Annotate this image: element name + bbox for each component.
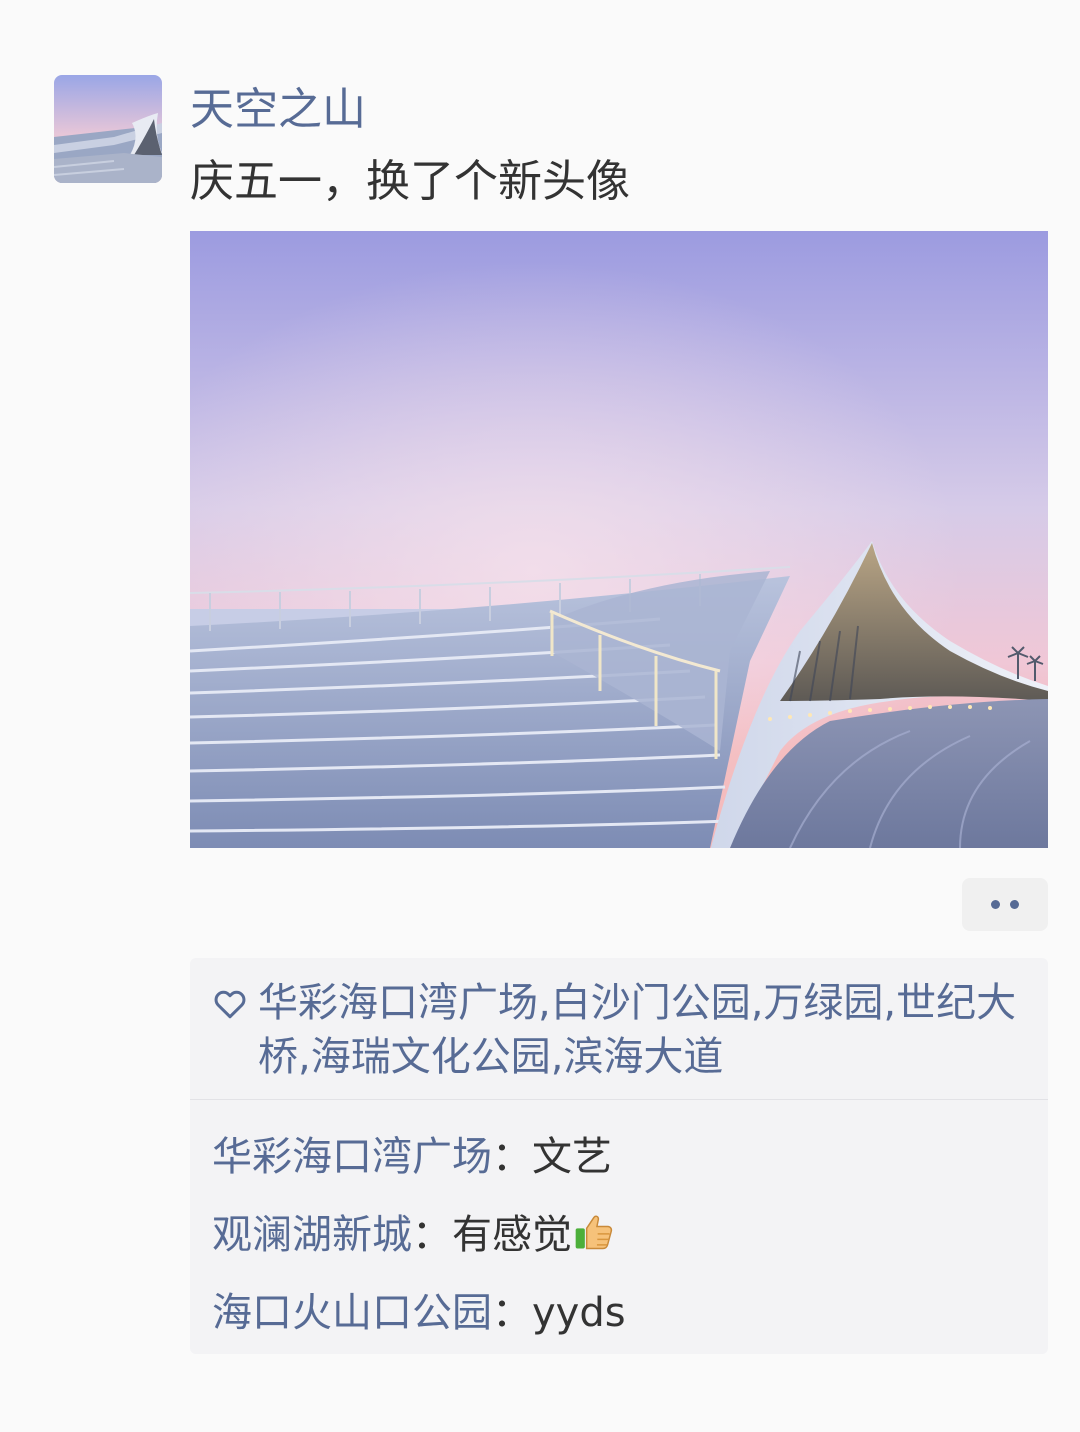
comment-separator: ： bbox=[492, 1134, 532, 1180]
thumbs-up-icon bbox=[575, 1215, 613, 1250]
post-photo-image bbox=[190, 231, 1048, 848]
comment-item[interactable]: 华彩海口湾广场：文艺 bbox=[212, 1118, 1032, 1196]
post-photo[interactable] bbox=[190, 231, 1048, 848]
comment-text: 有感觉 bbox=[452, 1212, 572, 1258]
heart-icon bbox=[214, 990, 246, 1019]
post-text: 庆五一，换了个新头像 bbox=[190, 156, 630, 207]
likes-row: 华彩海口湾广场,白沙门公园,万绿园,世纪大桥,海瑞文化公园,滨海大道 bbox=[212, 976, 1032, 1084]
moments-post: 天空之山 庆五一，换了个新头像 华彩海口湾广场,白沙门公园,万绿园,世纪大桥,海… bbox=[0, 0, 1080, 1432]
comment-separator: ： bbox=[492, 1290, 532, 1336]
comment-item[interactable]: 海口火山口公园：yyds bbox=[212, 1274, 1032, 1352]
more-actions-button[interactable] bbox=[962, 878, 1048, 931]
comment-item[interactable]: 观澜湖新城：有感觉 bbox=[212, 1196, 1032, 1274]
comment-text: yyds bbox=[532, 1290, 626, 1336]
comment-separator: ： bbox=[412, 1212, 452, 1258]
comment-text: 文艺 bbox=[532, 1134, 612, 1180]
comments-list: 华彩海口湾广场：文艺 观澜湖新城：有感觉 海口火山口公园：yyds bbox=[212, 1118, 1032, 1352]
interaction-panel: 华彩海口湾广场,白沙门公园,万绿园,世纪大桥,海瑞文化公园,滨海大道 华彩海口湾… bbox=[190, 958, 1048, 1354]
comment-author[interactable]: 华彩海口湾广场 bbox=[212, 1134, 492, 1180]
avatar-image bbox=[54, 75, 162, 183]
comment-author[interactable]: 海口火山口公园 bbox=[212, 1290, 492, 1336]
likes-names[interactable]: 华彩海口湾广场,白沙门公园,万绿园,世纪大桥,海瑞文化公园,滨海大道 bbox=[258, 976, 1028, 1084]
comment-author[interactable]: 观澜湖新城 bbox=[212, 1212, 412, 1258]
more-dot-icon bbox=[991, 900, 1000, 909]
avatar[interactable] bbox=[54, 75, 162, 183]
author-name[interactable]: 天空之山 bbox=[190, 82, 366, 138]
divider bbox=[190, 1099, 1048, 1100]
more-dot-icon bbox=[1010, 900, 1019, 909]
